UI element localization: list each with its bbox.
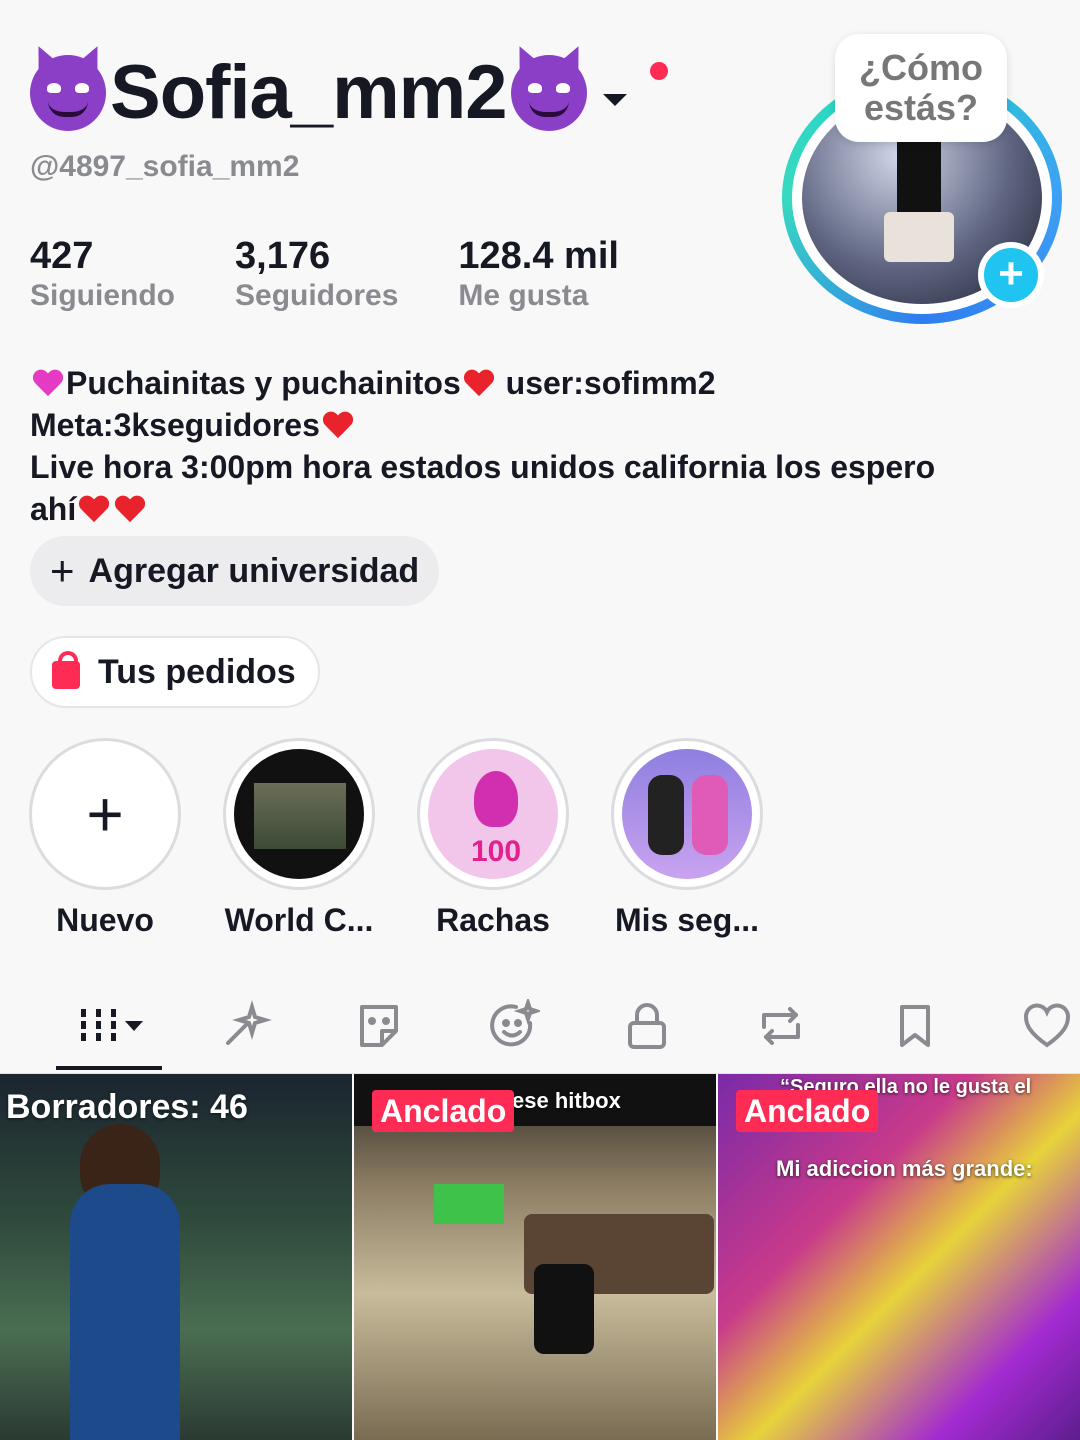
highlight-rachas[interactable]: 100 Rachas — [396, 738, 590, 939]
pinned-badge: Anclado — [736, 1090, 879, 1132]
tab-saved[interactable] — [880, 990, 950, 1062]
profile-header: Sofia_mm2 @4897_sofia_mm2 — [30, 48, 750, 184]
tab-reposts[interactable] — [746, 990, 816, 1062]
stat-label: Seguidores — [235, 279, 399, 312]
sparkle-wand-icon — [226, 1000, 272, 1045]
stat-value: 427 — [30, 235, 94, 277]
videos-grid-icon — [81, 1009, 143, 1041]
video-caption: ese hitbox — [512, 1088, 621, 1113]
stat-label: Siguiendo — [30, 279, 175, 312]
video-caption: Mi adiccion más grande: — [776, 1156, 1033, 1181]
sticker-icon — [360, 1005, 398, 1047]
add-university-label: Agregar universidad — [88, 551, 420, 590]
stat-following[interactable]: 427 Siguiendo — [30, 234, 175, 314]
notification-dot — [650, 62, 668, 80]
repost-icon — [762, 1007, 800, 1045]
tab-liked[interactable] — [1014, 990, 1080, 1062]
bio-line: ahí — [30, 491, 77, 527]
stat-value: 3,176 — [235, 235, 331, 277]
stat-likes[interactable]: 128.4 mil Me gusta — [458, 234, 619, 314]
smiling-devil-emoji-icon — [510, 55, 587, 131]
add-university-button[interactable]: + Agregar universidad — [30, 536, 440, 606]
status-bubble[interactable]: ¿Cómo estás? — [835, 34, 1007, 142]
video-tile-pinned[interactable]: ese hitbox Anclado — [354, 1074, 716, 1440]
display-name: Sofia_mm2 — [110, 50, 507, 135]
display-name-row[interactable]: Sofia_mm2 — [30, 48, 750, 138]
video-tile-pinned[interactable]: “Seguro ella no le gusta el cante” Mi ad… — [718, 1074, 1080, 1440]
bookmark-icon — [900, 1005, 930, 1047]
highlight-label: Mis seg... — [614, 902, 760, 938]
red-heart-emoji-icon — [115, 496, 145, 524]
highlight-new[interactable]: + Nuevo — [8, 738, 202, 939]
bio-line: Puchainitas y puchainitos — [66, 365, 461, 401]
bio-line: Live hora 3:00pm hora estados unidos cal… — [30, 449, 936, 485]
highlight-label: Nuevo — [56, 902, 154, 938]
red-heart-emoji-icon — [79, 496, 109, 524]
thumbnail-image — [534, 1264, 594, 1354]
drafts-count: Borradores: 46 — [6, 1088, 248, 1126]
thumbnail-image — [70, 1184, 180, 1440]
tab-avatars[interactable] — [478, 990, 548, 1062]
red-heart-emoji-icon — [323, 412, 353, 440]
stat-value: 128.4 mil — [458, 235, 619, 277]
orders-button[interactable]: Tus pedidos — [30, 636, 320, 708]
tab-private[interactable] — [612, 990, 682, 1062]
lock-icon — [628, 1003, 666, 1049]
content-tabs — [0, 990, 1080, 1074]
story-highlights: + Nuevo World C... 100 Rachas Mis seg... — [0, 738, 1080, 938]
pinned-badge: Anclado — [372, 1090, 515, 1132]
stat-label: Me gusta — [458, 279, 589, 312]
highlight-mis-seguidores[interactable]: Mis seg... — [590, 738, 784, 939]
pink-heart-emoji-icon — [33, 370, 63, 398]
orders-label: Tus pedidos — [98, 652, 296, 691]
smiling-devil-emoji-icon — [30, 55, 106, 131]
tab-videos[interactable] — [56, 990, 162, 1062]
highlight-label: World C... — [224, 902, 374, 938]
username-handle: @4897_sofia_mm2 — [30, 150, 300, 183]
drafts-tile[interactable]: Borradores: 46 — [0, 1074, 352, 1440]
profile-bio[interactable]: Puchainitas y puchainitos user:sofimm2 M… — [30, 362, 1030, 530]
bio-line: Meta:3kseguidores — [30, 407, 320, 443]
profile-stats: 427 Siguiendo 3,176 Seguidores 128.4 mil… — [30, 234, 679, 314]
red-heart-emoji-icon — [464, 370, 494, 398]
video-grid: Borradores: 46 ese hitbox Anclado “Segur… — [0, 1074, 1080, 1440]
bio-line: user:sofimm2 — [496, 365, 716, 401]
add-highlight-icon: + — [29, 738, 181, 890]
tab-stickers[interactable] — [344, 990, 414, 1062]
heart-icon — [1024, 1003, 1070, 1048]
stat-followers[interactable]: 3,176 Seguidores — [235, 234, 398, 314]
add-story-icon[interactable]: + — [978, 242, 1044, 308]
highlight-world-cup[interactable]: World C... — [202, 738, 396, 939]
tab-effects[interactable] — [210, 990, 280, 1062]
active-tab-indicator — [56, 1066, 162, 1070]
shopping-bag-icon — [52, 651, 80, 689]
highlight-label: Rachas — [436, 902, 550, 938]
face-sparkle-icon — [490, 999, 540, 1047]
plus-icon: + — [50, 547, 75, 594]
thumbnail-image — [434, 1184, 504, 1224]
account-switch-chevron-icon[interactable] — [602, 94, 627, 106]
